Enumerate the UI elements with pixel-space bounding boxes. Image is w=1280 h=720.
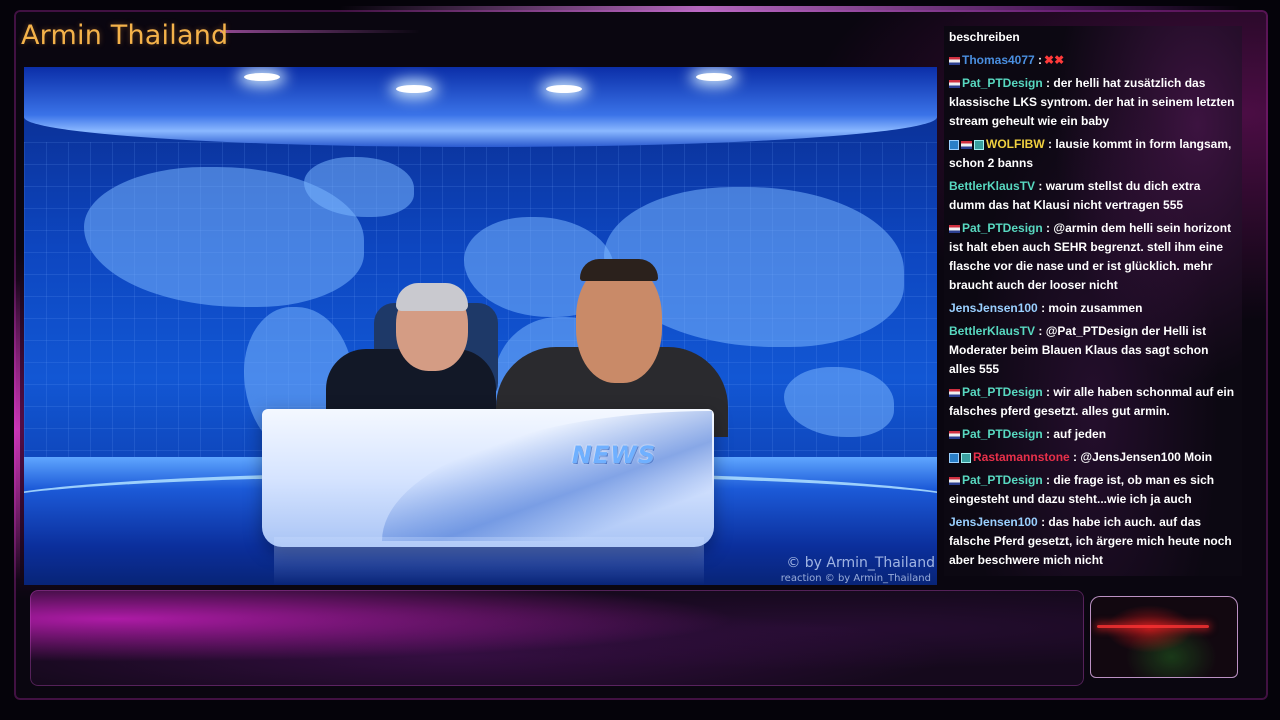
- chat-message: Rastamannstone : @JensJensen100 Moin: [944, 448, 1242, 467]
- chat-message-text: beschreiben: [949, 30, 1020, 44]
- mini-cam-light: [1097, 625, 1209, 628]
- chat-username[interactable]: Pat_PTDesign: [962, 385, 1046, 399]
- ceiling-light: [396, 85, 432, 93]
- flag-badge-icon: [949, 388, 960, 397]
- flag-badge-icon: [949, 476, 960, 485]
- prime-badge-icon: [949, 139, 959, 150]
- chat-username[interactable]: BettlerKlausTV: [949, 179, 1038, 193]
- chat-message: WOLFIBW : lausie kommt in form langsam, …: [944, 135, 1242, 173]
- chat-username[interactable]: JensJensen100: [949, 515, 1041, 529]
- ceiling-light: [546, 85, 582, 93]
- chat-username[interactable]: Pat_PTDesign: [962, 473, 1046, 487]
- chat-message-text: : auf jeden: [1046, 427, 1107, 441]
- chat-message: Pat_PTDesign : die frage ist, ob man es …: [944, 471, 1242, 509]
- chat-message: BettlerKlausTV : warum stellst du dich e…: [944, 177, 1242, 215]
- flag-badge-icon: [949, 224, 960, 233]
- chat-username[interactable]: Pat_PTDesign: [962, 221, 1046, 235]
- desk-swoosh-decoration: [382, 411, 712, 541]
- chat-emote-icon: ✖✖: [1044, 53, 1065, 67]
- chat-message-text: : moin zusammen: [1041, 301, 1143, 315]
- chat-username[interactable]: WOLFIBW: [986, 137, 1048, 151]
- flag-badge-icon: [949, 79, 960, 88]
- video-watermark: © by Armin_Thailand: [786, 555, 935, 571]
- chat-message: JensJensen100 : moin zusammen: [944, 299, 1242, 318]
- subscriber-badge-icon: [961, 452, 971, 463]
- chat-message-list: beschreiben Thomas4077 : ✖✖ Pat_PTDesign : …: [944, 28, 1242, 570]
- top-glow-decoration: [340, 6, 1240, 12]
- host-right-hair: [580, 259, 658, 281]
- chat-message: Thomas4077 : ✖✖: [944, 51, 1242, 70]
- news-desk: NEWS: [262, 409, 714, 547]
- chat-message: Pat_PTDesign : auf jeden: [944, 425, 1242, 444]
- chat-message: beschreiben: [944, 28, 1242, 47]
- chat-message: Pat_PTDesign : der helli hat zusätzlich …: [944, 74, 1242, 131]
- chat-username[interactable]: JensJensen100: [949, 301, 1041, 315]
- mini-camera-feed: [1090, 596, 1238, 678]
- prime-badge-icon: [949, 452, 959, 463]
- chat-message: Pat_PTDesign : wir alle haben schonmal a…: [944, 383, 1242, 421]
- chat-panel[interactable]: beschreiben Thomas4077 : ✖✖ Pat_PTDesign : …: [944, 26, 1242, 576]
- desk-news-label: NEWS: [571, 441, 656, 469]
- flag-badge-icon: [949, 56, 960, 65]
- host-left-hair: [396, 283, 468, 311]
- chat-message-text: :: [1038, 53, 1043, 67]
- ceiling-light: [696, 73, 732, 81]
- chat-message: JensJensen100 : das habe ich auch. auf d…: [944, 513, 1242, 570]
- flag-badge-icon: [961, 140, 972, 149]
- chat-username[interactable]: Pat_PTDesign: [962, 427, 1046, 441]
- subscriber-badge-icon: [974, 139, 984, 150]
- side-glow-decoration: [14, 280, 20, 580]
- chat-message: BettlerKlausTV : @Pat_PTDesign der Helli…: [944, 322, 1242, 379]
- video-feed[interactable]: NEWS © by Armin_Thailand reaction © by A…: [24, 67, 937, 585]
- host-right-head: [576, 263, 662, 383]
- title-decoration: [220, 30, 420, 33]
- flag-badge-icon: [949, 430, 960, 439]
- chat-message: Pat_PTDesign : @armin dem helli sein hor…: [944, 219, 1242, 295]
- chat-username[interactable]: Thomas4077: [962, 53, 1038, 67]
- desk-reflection: [274, 537, 704, 585]
- chat-username[interactable]: Rastamannstone: [973, 450, 1073, 464]
- channel-title: Armin Thailand: [21, 20, 229, 51]
- bottom-banner: [30, 590, 1084, 686]
- studio-ceiling: [24, 67, 937, 147]
- ceiling-light: [244, 73, 280, 81]
- chat-username[interactable]: BettlerKlausTV: [949, 324, 1038, 338]
- chat-username[interactable]: Pat_PTDesign: [962, 76, 1046, 90]
- chat-message-text: : @JensJensen100 Moin: [1073, 450, 1213, 464]
- video-watermark-small: reaction © by Armin_Thailand: [780, 573, 931, 584]
